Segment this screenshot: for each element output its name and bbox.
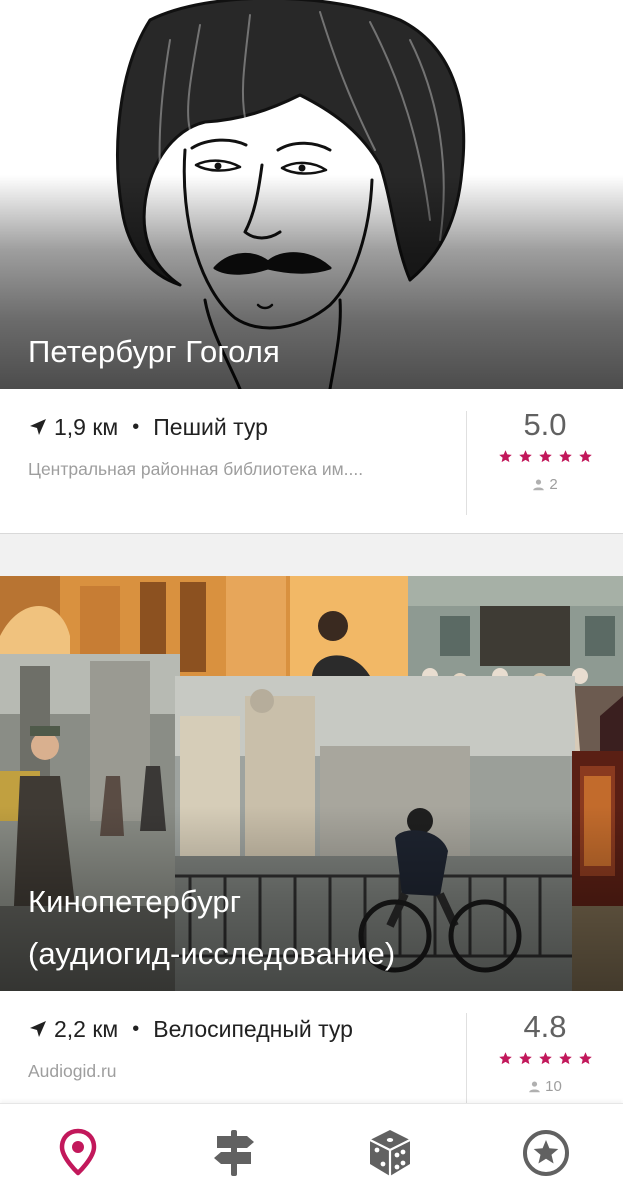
rating-stars bbox=[467, 1051, 623, 1071]
navigation-arrow-icon bbox=[30, 419, 46, 435]
user-icon bbox=[533, 478, 545, 490]
tour-distance: 2,2 км bbox=[54, 1015, 119, 1042]
reviews-count-value: 10 bbox=[545, 1077, 562, 1095]
tour-card-image-gogol[interactable]: Петербург Гоголя bbox=[0, 0, 623, 389]
rating-value: 5.0 bbox=[523, 407, 567, 442]
card-separator bbox=[0, 533, 623, 576]
tour-rating: 5.0 2 bbox=[467, 389, 623, 534]
star-icon bbox=[518, 450, 532, 463]
star-icon bbox=[538, 450, 552, 463]
star-icon bbox=[578, 1052, 592, 1065]
tour-start-location: Audiogid.ru bbox=[28, 1061, 117, 1081]
star-circle-icon bbox=[522, 1129, 569, 1176]
image-gradient-overlay bbox=[0, 576, 623, 991]
tour-title-line-1: Кинопетербург bbox=[28, 884, 242, 919]
bottom-navigation bbox=[0, 1103, 623, 1200]
tour-distance: 1,9 км bbox=[54, 413, 119, 440]
user-icon bbox=[529, 1080, 540, 1092]
reviews-count: 2 bbox=[467, 473, 623, 495]
reviews-count: 10 bbox=[467, 1075, 623, 1097]
signpost-icon bbox=[213, 1129, 254, 1176]
tour-rating: 4.8 10 bbox=[467, 991, 623, 1103]
nav-routes[interactable] bbox=[156, 1104, 311, 1200]
tour-title: Петербург Гоголя bbox=[28, 334, 280, 369]
star-icon bbox=[498, 450, 512, 463]
dice-icon bbox=[369, 1129, 410, 1176]
nav-random[interactable] bbox=[312, 1104, 467, 1200]
star-icon bbox=[558, 450, 572, 463]
nav-map[interactable] bbox=[0, 1104, 155, 1200]
star-icon bbox=[558, 1052, 572, 1065]
star-icon bbox=[518, 1052, 532, 1065]
rating-stars bbox=[467, 449, 623, 469]
tour-title-line-2: (аудиогид-исследование) bbox=[28, 936, 396, 971]
tour-meta-line: 1,9 км • Пеший тур bbox=[28, 409, 268, 445]
star-icon bbox=[498, 1052, 512, 1065]
tour-meta-line: 2,2 км • Велосипедный тур bbox=[28, 1011, 353, 1047]
meta-separator: • bbox=[132, 415, 140, 438]
rating-value: 4.8 bbox=[523, 1009, 567, 1044]
reviews-count-value: 2 bbox=[549, 475, 558, 493]
nav-favorites[interactable] bbox=[468, 1104, 623, 1200]
tour-type: Велосипедный тур bbox=[153, 1015, 353, 1042]
tour-type: Пеший тур bbox=[153, 413, 268, 440]
star-icon bbox=[538, 1052, 552, 1065]
tour-info-row-kinopeterburg[interactable]: 2,2 км • Велосипедный тур Audiogid.ru 4.… bbox=[0, 991, 623, 1103]
navigation-arrow-icon bbox=[30, 1021, 46, 1037]
tour-start-location: Центральная районная библиотека им.... bbox=[28, 459, 364, 479]
star-icon bbox=[578, 450, 592, 463]
tour-card-image-kinopeterburg[interactable]: Кинопетербург (аудиогид-исследование) bbox=[0, 576, 623, 991]
map-pin-icon bbox=[59, 1128, 96, 1175]
tour-info-row-gogol[interactable]: 1,9 км • Пеший тур Центральная районная … bbox=[0, 389, 623, 534]
tour-feed[interactable]: Петербург Гоголя 1,9 км • Пеший тур Цент… bbox=[0, 0, 623, 1103]
meta-separator: • bbox=[132, 1017, 140, 1040]
